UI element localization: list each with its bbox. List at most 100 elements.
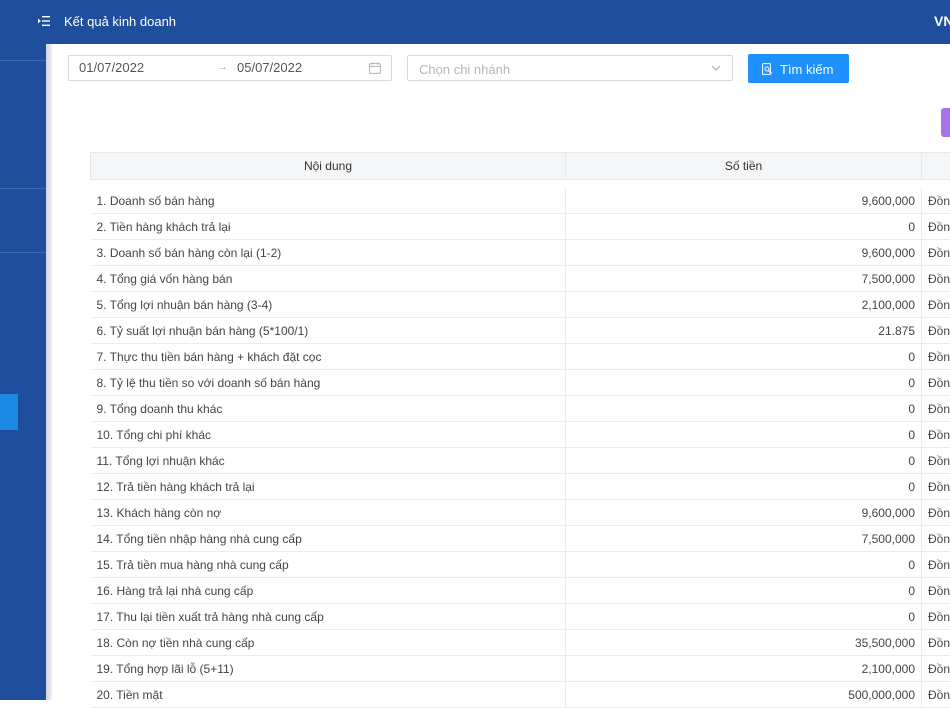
row-amount: 9,600,000: [566, 188, 922, 214]
branch-select[interactable]: Chọn chi nhánh: [407, 55, 733, 81]
row-unit: Đồng: [922, 500, 950, 526]
row-content: 11. Tổng lợi nhuận khác: [91, 448, 566, 474]
row-content: 8. Tỷ lệ thu tiền so với doanh số bán hà…: [91, 370, 566, 396]
export-button[interactable]: [941, 108, 950, 137]
row-content: 15. Trả tiền mua hàng nhà cung cấp: [91, 552, 566, 578]
table-row: 11. Tổng lợi nhuận khác0Đồng: [91, 448, 950, 474]
row-content: 17. Thu lại tiền xuất trả hàng nhà cung …: [91, 604, 566, 630]
row-amount: 35,500,000: [566, 630, 922, 656]
row-content: 16. Hàng trả lại nhà cung cấp: [91, 578, 566, 604]
row-unit: Đồng: [922, 656, 950, 682]
table-row: 15. Trả tiền mua hàng nhà cung cấp0Đồng: [91, 552, 950, 578]
date-range-separator: →: [217, 61, 228, 73]
row-content: 14. Tổng tiền nhập hàng nhà cung cấp: [91, 526, 566, 552]
row-amount: 0: [566, 344, 922, 370]
page-title: Kết quả kinh doanh: [64, 14, 176, 29]
row-unit: Đồng: [922, 188, 950, 214]
row-amount: 0: [566, 552, 922, 578]
row-content: 7. Thực thu tiền bán hàng + khách đặt cọ…: [91, 344, 566, 370]
row-unit: Đồng: [922, 422, 950, 448]
file-search-icon: [762, 63, 773, 75]
row-amount: 2,100,000: [566, 292, 922, 318]
row-unit: Đồng: [922, 396, 950, 422]
sidebar-item-active[interactable]: [0, 394, 18, 430]
row-amount: 7,500,000: [566, 266, 922, 292]
row-content: 3. Doanh số bán hàng còn lại (1-2): [91, 240, 566, 266]
row-content: 1. Doanh số bán hàng: [91, 188, 566, 214]
table-row: 6. Tỷ suất lợi nhuận bán hàng (5*100/1)2…: [91, 318, 950, 344]
search-button[interactable]: Tìm kiếm: [748, 54, 849, 83]
row-content: 4. Tổng giá vốn hàng bán: [91, 266, 566, 292]
row-amount: 2,100,000: [566, 656, 922, 682]
calendar-icon[interactable]: [369, 62, 381, 74]
table-row: 7. Thực thu tiền bán hàng + khách đặt cọ…: [91, 344, 950, 370]
row-amount: 0: [566, 370, 922, 396]
sidebar-divider: [0, 60, 46, 61]
row-unit: Đồng: [922, 214, 950, 240]
end-date-input[interactable]: [237, 60, 357, 75]
column-header-amount: Số tiền: [566, 153, 922, 180]
row-content: 9. Tổng doanh thu khác: [91, 396, 566, 422]
row-amount: 9,600,000: [566, 240, 922, 266]
row-content: 2. Tiền hàng khách trả lại: [91, 214, 566, 240]
table-row: 5. Tổng lợi nhuận bán hàng (3-4)2,100,00…: [91, 292, 950, 318]
table-row: 9. Tổng doanh thu khác0Đồng: [91, 396, 950, 422]
row-content: 6. Tỷ suất lợi nhuận bán hàng (5*100/1): [91, 318, 566, 344]
table-row: 10. Tổng chi phí khác0Đồng: [91, 422, 950, 448]
table-row: 8. Tỷ lệ thu tiền so với doanh số bán hà…: [91, 370, 950, 396]
row-unit: Đồng: [922, 292, 950, 318]
row-amount: 9,600,000: [566, 500, 922, 526]
row-amount: 0: [566, 214, 922, 240]
table-row: 18. Còn nợ tiền nhà cung cấp35,500,000Đồ…: [91, 630, 950, 656]
row-unit: Đồng: [922, 682, 950, 708]
table-row: 14. Tổng tiền nhập hàng nhà cung cấp7,50…: [91, 526, 950, 552]
row-unit: Đồng: [922, 448, 950, 474]
table-row: 19. Tổng hợp lãi lỗ (5+11)2,100,000Đồng: [91, 656, 950, 682]
row-content: 13. Khách hàng còn nợ: [91, 500, 566, 526]
row-content: 18. Còn nợ tiền nhà cung cấp: [91, 630, 566, 656]
table-row: 4. Tổng giá vốn hàng bán7,500,000Đồng: [91, 266, 950, 292]
date-range-picker[interactable]: →: [68, 55, 392, 81]
row-content: 19. Tổng hợp lãi lỗ (5+11): [91, 656, 566, 682]
menu-fold-icon[interactable]: [38, 15, 50, 27]
row-content: 5. Tổng lợi nhuận bán hàng (3-4): [91, 292, 566, 318]
table-row: 1. Doanh số bán hàng9,600,000Đồng: [91, 188, 950, 214]
branch-select-placeholder: Chọn chi nhánh: [419, 62, 510, 77]
table-row: 3. Doanh số bán hàng còn lại (1-2)9,600,…: [91, 240, 950, 266]
row-unit: Đồng: [922, 552, 950, 578]
row-unit: Đồng: [922, 630, 950, 656]
row-amount: 0: [566, 396, 922, 422]
table-row: 16. Hàng trả lại nhà cung cấp0Đồng: [91, 578, 950, 604]
row-amount: 0: [566, 578, 922, 604]
content-edge: [46, 44, 52, 700]
table-header-row: Nội dung Số tiền: [91, 153, 950, 180]
start-date-input[interactable]: [79, 60, 199, 75]
column-header-content: Nội dung: [91, 153, 566, 180]
row-unit: Đồng: [922, 474, 950, 500]
table-row: 17. Thu lại tiền xuất trả hàng nhà cung …: [91, 604, 950, 630]
row-unit: Đồng: [922, 578, 950, 604]
row-amount: 0: [566, 474, 922, 500]
row-unit: Đồng: [922, 604, 950, 630]
row-amount: 0: [566, 448, 922, 474]
top-bar: Kết quả kinh doanh VN: [0, 0, 950, 44]
row-amount: 21.875: [566, 318, 922, 344]
row-unit: Đồng: [922, 344, 950, 370]
row-amount: 0: [566, 422, 922, 448]
column-header-unit: [922, 153, 950, 180]
row-content: 10. Tổng chi phí khác: [91, 422, 566, 448]
row-amount: 500,000,000: [566, 682, 922, 708]
row-content: 20. Tiền mặt: [91, 682, 566, 708]
sidebar-divider: [0, 188, 46, 189]
row-unit: Đồng: [922, 526, 950, 552]
row-unit: Đồng: [922, 266, 950, 292]
row-content: 12. Trả tiền hàng khách trả lại: [91, 474, 566, 500]
row-amount: 7,500,000: [566, 526, 922, 552]
row-unit: Đồng: [922, 370, 950, 396]
language-switcher[interactable]: VN: [934, 13, 950, 29]
business-result-table: Nội dung Số tiền 1. Doanh số bán hàng9,6…: [90, 152, 950, 708]
table-spacer: [91, 180, 950, 189]
sidebar: [0, 0, 46, 700]
row-unit: Đồng: [922, 318, 950, 344]
table-row: 12. Trả tiền hàng khách trả lại0Đồng: [91, 474, 950, 500]
